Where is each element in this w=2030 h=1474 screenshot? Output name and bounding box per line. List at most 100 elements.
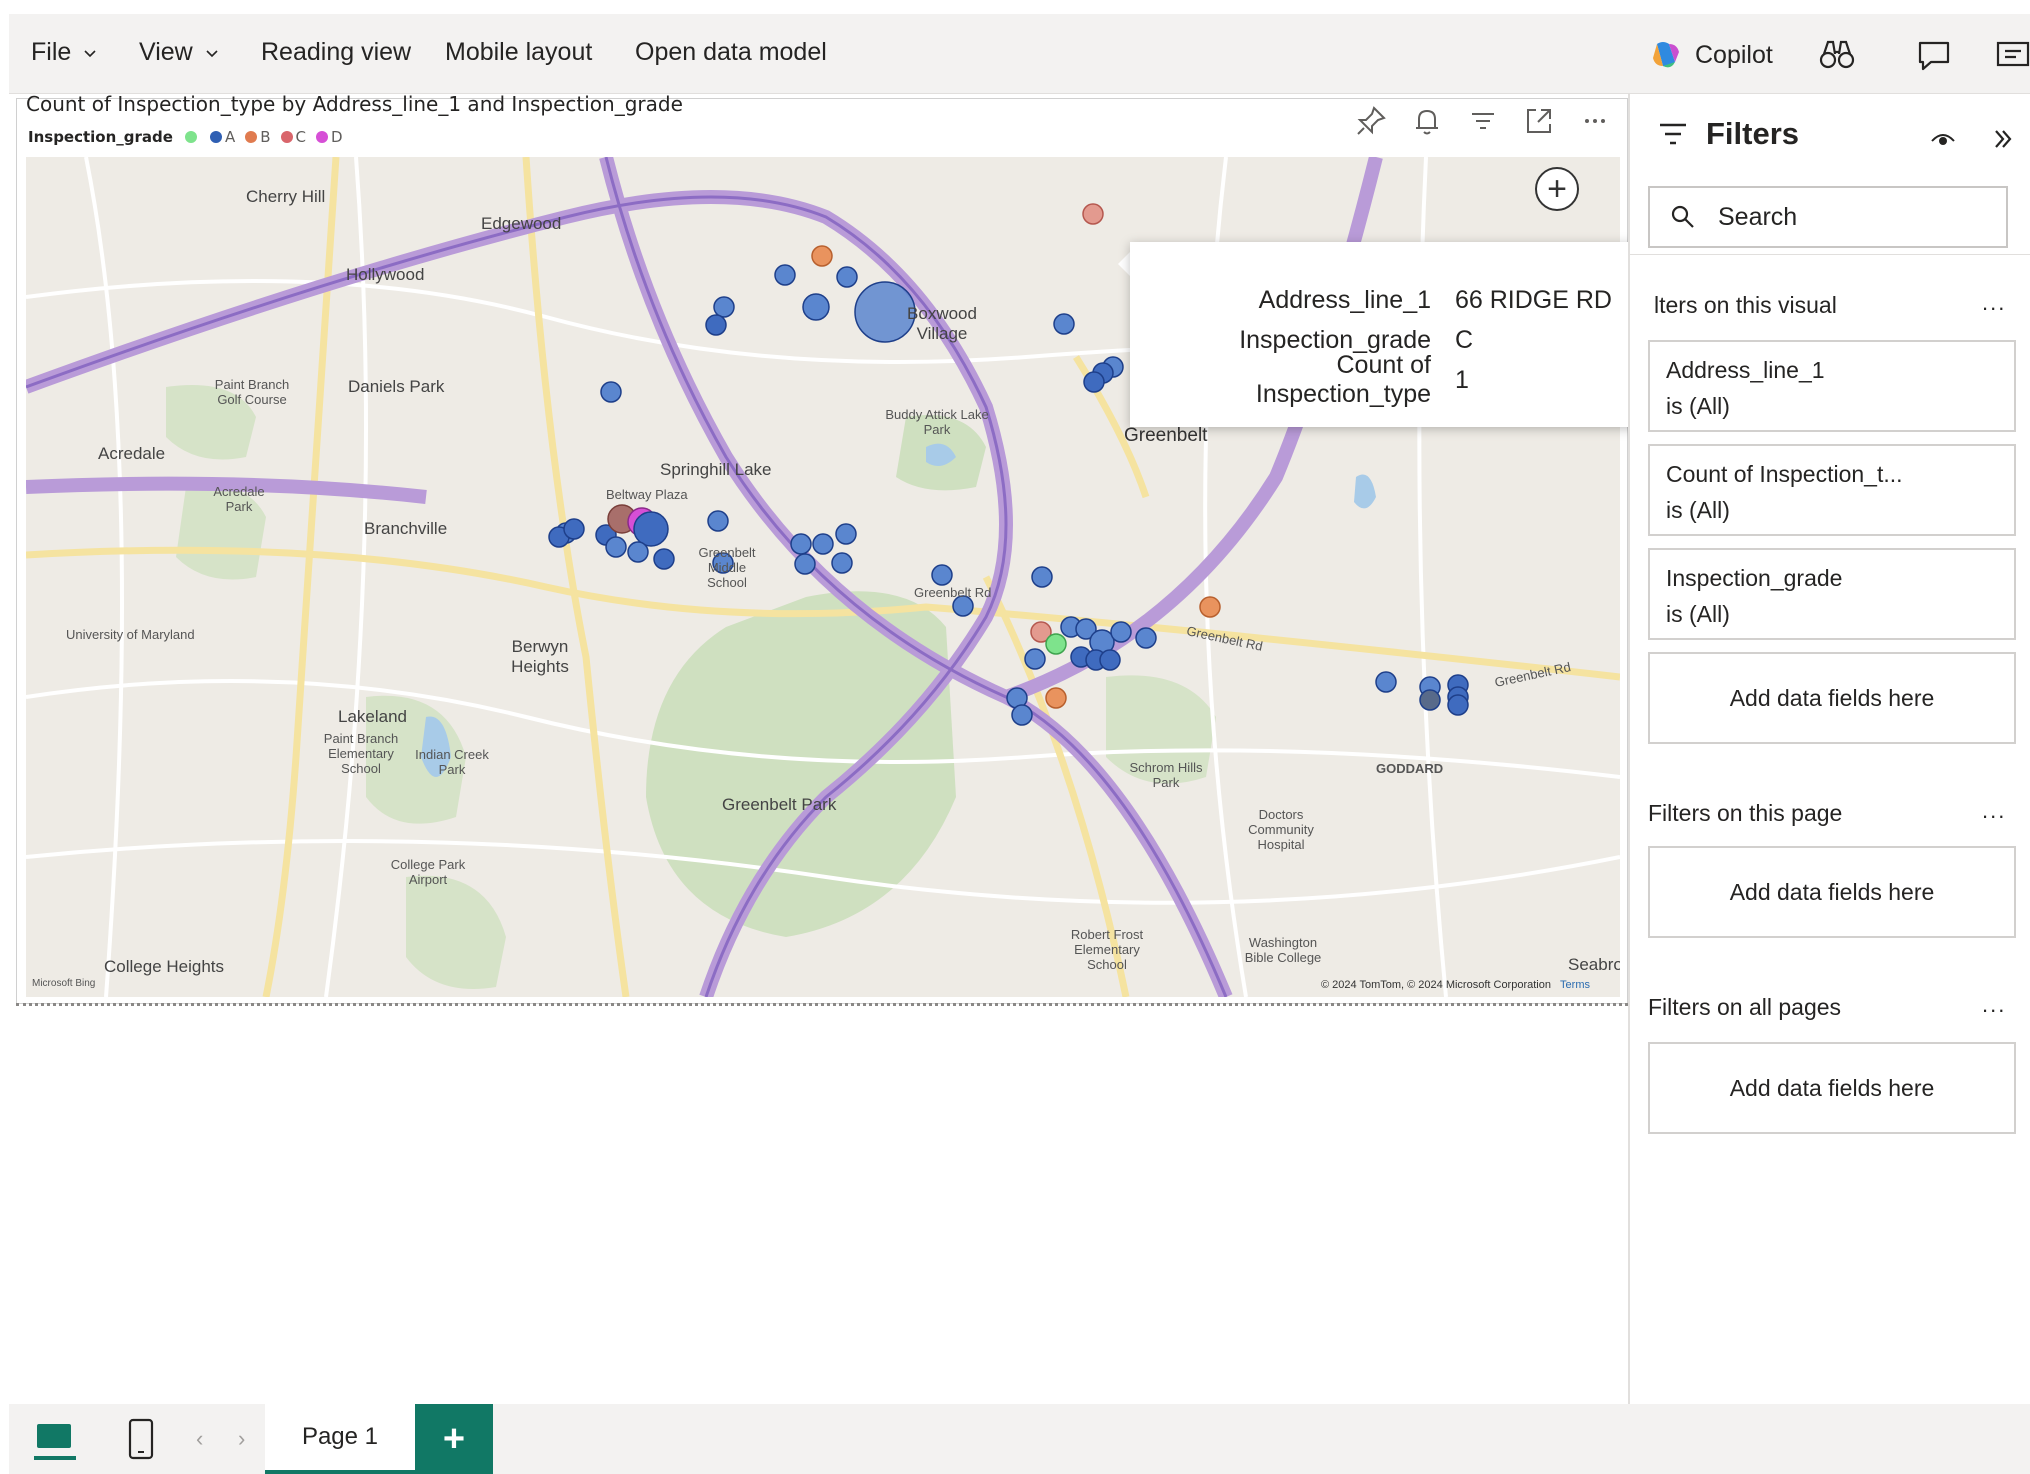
menu-mobile-layout[interactable]: Mobile layout [445,38,592,67]
visual-selection-edge [16,1003,1628,1006]
data-point-grade-a[interactable] [835,523,857,545]
section-more-button[interactable]: ... [1982,992,2006,1018]
map-label: Edgewood [481,214,562,233]
filter-card-field: Address_line_1 [1666,357,1825,383]
tab-page-1[interactable]: Page 1 [265,1404,415,1474]
data-point-grade-a[interactable] [1011,704,1033,726]
chevron-left-icon[interactable]: ‹ [196,1426,203,1452]
legend-item-c[interactable]: C [280,128,306,146]
map-label: GODDARD [1376,761,1444,776]
legend-dot [280,131,293,143]
legend-dot [316,131,329,143]
data-point-grade-a[interactable] [790,533,812,555]
data-point-grade-a[interactable] [633,511,669,547]
data-point-grade-a[interactable] [653,548,675,570]
attribution-text: © 2024 TomTom, © 2024 Microsoft Corporat… [1320,979,1551,991]
filters-pane: Filters Search lters on this visual ... … [1628,94,2030,1404]
map-label: Branchville [364,519,448,538]
map-label: Greenbelt [1124,425,1208,446]
data-point-grade-a[interactable] [1053,313,1075,335]
data-point-grade-a[interactable] [707,510,729,532]
filter-card-count-inspection-type[interactable]: Count of Inspection_t... is (All) [1648,444,2016,536]
map-label: College Park Airport [390,857,466,887]
data-point-grade-blank[interactable] [1045,633,1067,655]
data-point-grade-b[interactable] [1199,596,1221,618]
menu-reading-view[interactable]: Reading view [261,38,411,67]
bell-icon[interactable] [1410,104,1444,138]
data-point-grade-a[interactable] [1447,694,1469,716]
menu-view[interactable]: View [139,38,219,67]
section-more-button[interactable]: ... [1982,290,2006,316]
data-point-grade-a[interactable] [627,541,649,563]
menu-open-data-model[interactable]: Open data model [635,38,827,67]
menu-open-data-model-label: Open data model [635,38,827,66]
comment-icon[interactable] [1915,38,1953,74]
menu-bar: File View Reading view Mobile layout Ope… [9,14,2030,94]
filter-card-field: Inspection_grade [1666,565,1843,591]
pin-icon[interactable] [1354,104,1388,138]
legend-item-d[interactable]: D [316,128,343,146]
zoom-in-button[interactable]: + [1535,167,1579,211]
data-point-grade-a[interactable] [812,533,834,555]
data-point-grade-a[interactable] [713,296,735,318]
eye-icon[interactable] [1928,124,1958,154]
copilot-button[interactable]: Copilot [1649,38,1773,72]
page-tab-label: Page 1 [301,1423,379,1450]
map-label: University of Maryland [66,627,195,642]
terms-link[interactable]: Terms [1560,979,1590,991]
filter-card-inspection-grade[interactable]: Inspection_grade is (All) [1648,548,2016,640]
data-point-grade-c[interactable] [1082,203,1104,225]
data-point-grade-a[interactable] [1083,371,1105,393]
data-point-grade-a[interactable] [563,518,585,540]
data-point-grade-a[interactable] [1024,648,1046,670]
add-data-fields-all[interactable]: Add data fields here [1648,1042,2016,1134]
filter-icon[interactable] [1466,104,1500,138]
data-point-grade-a[interactable] [1419,689,1441,711]
add-data-fields-visual[interactable]: Add data fields here [1648,652,2016,744]
legend-item-b[interactable]: B [245,128,271,146]
present-icon[interactable] [1994,38,2030,74]
legend-item-a[interactable]: A [209,128,235,146]
filters-search-input[interactable]: Search [1648,186,2008,248]
data-point-grade-b[interactable] [1045,687,1067,709]
search-icon [1671,205,1694,228]
data-point-grade-a[interactable] [831,552,853,574]
data-tooltip: Address_line_1 66 RIDGE RD Inspection_gr… [1130,242,1665,427]
map-label: College Heights [104,957,225,976]
data-point-grade-a[interactable] [705,314,727,336]
data-point-grade-a[interactable] [1031,566,1053,588]
map-label: Acredale [98,444,166,463]
section-more-button[interactable]: ... [1982,798,2006,824]
chevron-down-icon [206,49,218,57]
desktop-layout-icon[interactable] [32,1418,78,1464]
data-point-grade-a[interactable] [605,536,627,558]
menu-file[interactable]: File [31,38,97,67]
collapse-pane-icon[interactable] [1988,124,2018,154]
map-label: Paint Branch Golf Course [214,377,290,407]
mobile-layout-icon[interactable] [124,1416,158,1462]
data-point-grade-a[interactable] [1135,627,1157,649]
data-point-grade-a[interactable] [836,266,858,288]
filter-icon [1660,123,1686,145]
section-title-all: Filters on all pages [1648,994,1842,1020]
data-point-grade-a[interactable] [794,553,816,575]
data-point-grade-a[interactable] [1110,621,1132,643]
focus-mode-icon[interactable] [1522,104,1556,138]
filter-card-address-line-1[interactable]: Address_line_1 is (All) [1648,340,2016,432]
chevron-right-icon[interactable]: › [238,1426,245,1452]
data-point-grade-a[interactable] [1099,649,1121,671]
data-point-grade-a[interactable] [774,264,796,286]
add-data-fields-page[interactable]: Add data fields here [1648,846,2016,938]
data-point-grade-a[interactable] [1375,671,1397,693]
data-point-grade-a[interactable] [600,381,622,403]
data-point-grade-b[interactable] [811,245,833,267]
map-label: Indian Creek Park [415,747,489,777]
data-point-grade-a[interactable] [931,564,953,586]
legend-item-blank[interactable] [184,131,200,143]
more-options-icon[interactable] [1578,104,1612,138]
map-label: Doctors Community Hospital [1248,807,1314,852]
add-page-button[interactable]: + [415,1404,493,1474]
map-label: Daniels Park [348,377,445,396]
binoculars-icon[interactable] [1818,38,1856,74]
data-point-grade-a[interactable] [802,293,830,321]
